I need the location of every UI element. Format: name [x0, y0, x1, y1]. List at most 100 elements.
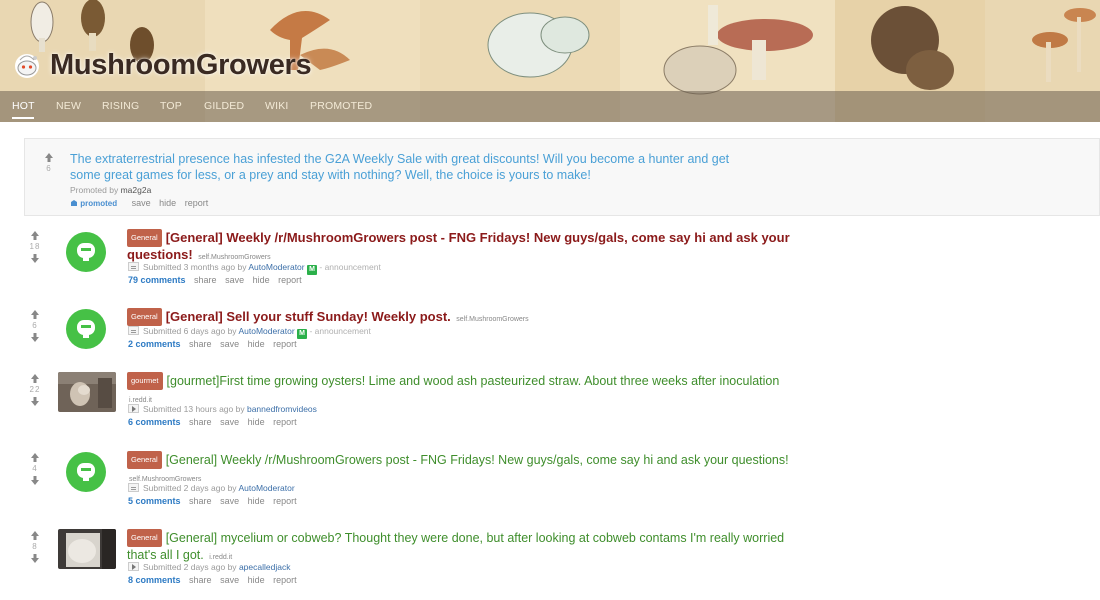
downvote-arrow-icon[interactable] [30, 475, 40, 485]
expand-self-text-icon[interactable] [128, 262, 139, 271]
upvote-arrow-icon[interactable] [30, 310, 40, 320]
subreddit-title[interactable]: MushroomGrowers [50, 49, 312, 82]
promoted-author[interactable]: ma2g2a [121, 185, 152, 195]
share-button[interactable]: share [189, 496, 212, 506]
save-button[interactable]: save [225, 275, 244, 285]
announcement-tag: - announcement [309, 326, 371, 336]
tab-rising[interactable]: RISING [102, 100, 139, 112]
subreddit-brand[interactable]: MushroomGrowers [12, 47, 312, 83]
post-thumbnail-mycelium-photo[interactable] [58, 529, 116, 569]
vote-box: 18 [24, 231, 46, 263]
reddit-text-post-icon [77, 243, 95, 261]
hide-button[interactable]: hide [248, 417, 265, 427]
share-button[interactable]: share [194, 275, 217, 285]
post-title-text-line-2[interactable]: that's all I got. [127, 548, 204, 562]
post-row: 18 General [General] Weekly /r/MushroomGr… [0, 229, 1100, 299]
post-author[interactable]: AutoModerator [238, 483, 294, 493]
post-title-text[interactable]: [General] Sell your stuff Sunday! Weekly… [166, 309, 451, 324]
save-button[interactable]: save [220, 339, 239, 349]
post-domain[interactable]: i.redd.it [209, 554, 232, 561]
post-title-text[interactable]: [General] Weekly /r/MushroomGrowers post… [166, 230, 790, 245]
save-button[interactable]: save [220, 575, 239, 585]
expand-media-icon[interactable] [128, 404, 139, 413]
post-list: 6 The extraterrestrial presence has infe… [0, 122, 1100, 600]
downvote-arrow-icon[interactable] [30, 396, 40, 406]
promoted-label: promoted [80, 199, 118, 208]
report-button[interactable]: report [273, 496, 297, 506]
hide-button[interactable]: hide [248, 575, 265, 585]
report-button[interactable]: report [273, 417, 297, 427]
report-button[interactable]: report [273, 575, 297, 585]
post-author[interactable]: bannedfromvideos [247, 404, 317, 414]
share-button[interactable]: share [189, 575, 212, 585]
post-row: 22 gourmet [gourmet]First time growing oy… [0, 372, 1100, 432]
report-button[interactable]: report [273, 339, 297, 349]
post-domain[interactable]: i.redd.it [129, 397, 152, 404]
post-domain[interactable]: self.MushroomGrowers [129, 476, 201, 483]
comments-link[interactable]: 8 comments [128, 575, 181, 585]
save-button[interactable]: save [220, 496, 239, 506]
moderator-badge: M [297, 329, 308, 339]
post-title-text[interactable]: [gourmet]First time growing oysters! Lim… [167, 374, 780, 388]
save-button[interactable]: save [132, 198, 151, 208]
self-post-thumbnail[interactable] [66, 452, 106, 492]
post-title-text[interactable]: [General] mycelium or cobweb? Thought th… [166, 531, 784, 545]
downvote-arrow-icon[interactable] [30, 253, 40, 263]
promoted-title-line-1[interactable]: The extraterrestrial presence has infest… [70, 151, 790, 167]
self-post-thumbnail[interactable] [66, 309, 106, 349]
upvote-arrow-icon[interactable] [30, 231, 40, 241]
hide-button[interactable]: hide [248, 496, 265, 506]
downvote-arrow-icon[interactable] [30, 553, 40, 563]
hide-button[interactable]: hide [248, 339, 265, 349]
post-title-text[interactable]: [General] Weekly /r/MushroomGrowers post… [166, 453, 789, 467]
upvote-arrow-icon[interactable] [30, 531, 40, 541]
upvote-arrow-icon[interactable] [30, 374, 40, 384]
tab-promoted[interactable]: PROMOTED [310, 100, 372, 112]
upvote-arrow-icon[interactable] [44, 153, 54, 163]
post-title-text-line-2[interactable]: questions! [127, 247, 193, 262]
post-flair: gourmet [127, 372, 163, 390]
post-row: 4 General [General] Weekly /r/MushroomGro… [0, 451, 1100, 511]
post-domain[interactable]: self.MushroomGrowers [198, 254, 270, 261]
tab-new[interactable]: NEW [56, 100, 81, 112]
hide-button[interactable]: hide [253, 275, 270, 285]
post-author[interactable]: AutoModerator [248, 262, 304, 272]
save-button[interactable]: save [220, 417, 239, 427]
post-title[interactable]: General [General] mycelium or cobweb? Tho… [127, 529, 847, 566]
expand-media-icon[interactable] [128, 562, 139, 571]
post-tagline: Submitted 2 days ago by AutoModerator [128, 483, 295, 493]
comments-link[interactable]: 79 comments [128, 275, 186, 285]
tab-wiki[interactable]: WIKI [265, 100, 289, 112]
comments-link[interactable]: 5 comments [128, 496, 181, 506]
share-button[interactable]: share [189, 417, 212, 427]
vote-score: 18 [29, 242, 41, 251]
post-title[interactable]: General [General] Weekly /r/MushroomGrowe… [127, 229, 827, 266]
post-domain[interactable]: self.MushroomGrowers [456, 316, 528, 323]
report-button[interactable]: report [185, 198, 209, 208]
tab-gilded[interactable]: GILDED [204, 100, 244, 112]
comments-link[interactable]: 6 comments [128, 417, 181, 427]
comments-link[interactable]: 2 comments [128, 339, 181, 349]
upvote-arrow-icon[interactable] [30, 453, 40, 463]
self-post-thumbnail[interactable] [66, 232, 106, 272]
share-button[interactable]: share [189, 339, 212, 349]
downvote-arrow-icon[interactable] [30, 332, 40, 342]
post-author[interactable]: AutoModerator [238, 326, 294, 336]
tab-hot[interactable]: HOT [12, 100, 35, 112]
post-title[interactable]: General [General] Sell your stuff Sunday!… [127, 308, 827, 328]
active-tab-underline [12, 117, 34, 119]
promoted-buttons: promoted save hide report [70, 198, 214, 208]
promoted-by-label: Promoted by [70, 185, 119, 195]
expand-self-text-icon[interactable] [128, 326, 139, 335]
promoted-title[interactable]: The extraterrestrial presence has infest… [70, 151, 790, 183]
hide-button[interactable]: hide [159, 198, 176, 208]
post-author[interactable]: apecalledjack [239, 562, 291, 572]
vote-box: 6 [38, 153, 60, 175]
post-thumbnail-oyster-photo[interactable] [58, 372, 116, 412]
tab-top[interactable]: TOP [160, 100, 182, 112]
promoted-title-line-2[interactable]: some great games for less, or a prey and… [70, 167, 790, 183]
post-tagline: Submitted 3 months ago by AutoModerator … [128, 262, 381, 275]
post-buttons: 2 comments share save hide report [128, 339, 303, 349]
expand-self-text-icon[interactable] [128, 483, 139, 492]
report-button[interactable]: report [278, 275, 302, 285]
